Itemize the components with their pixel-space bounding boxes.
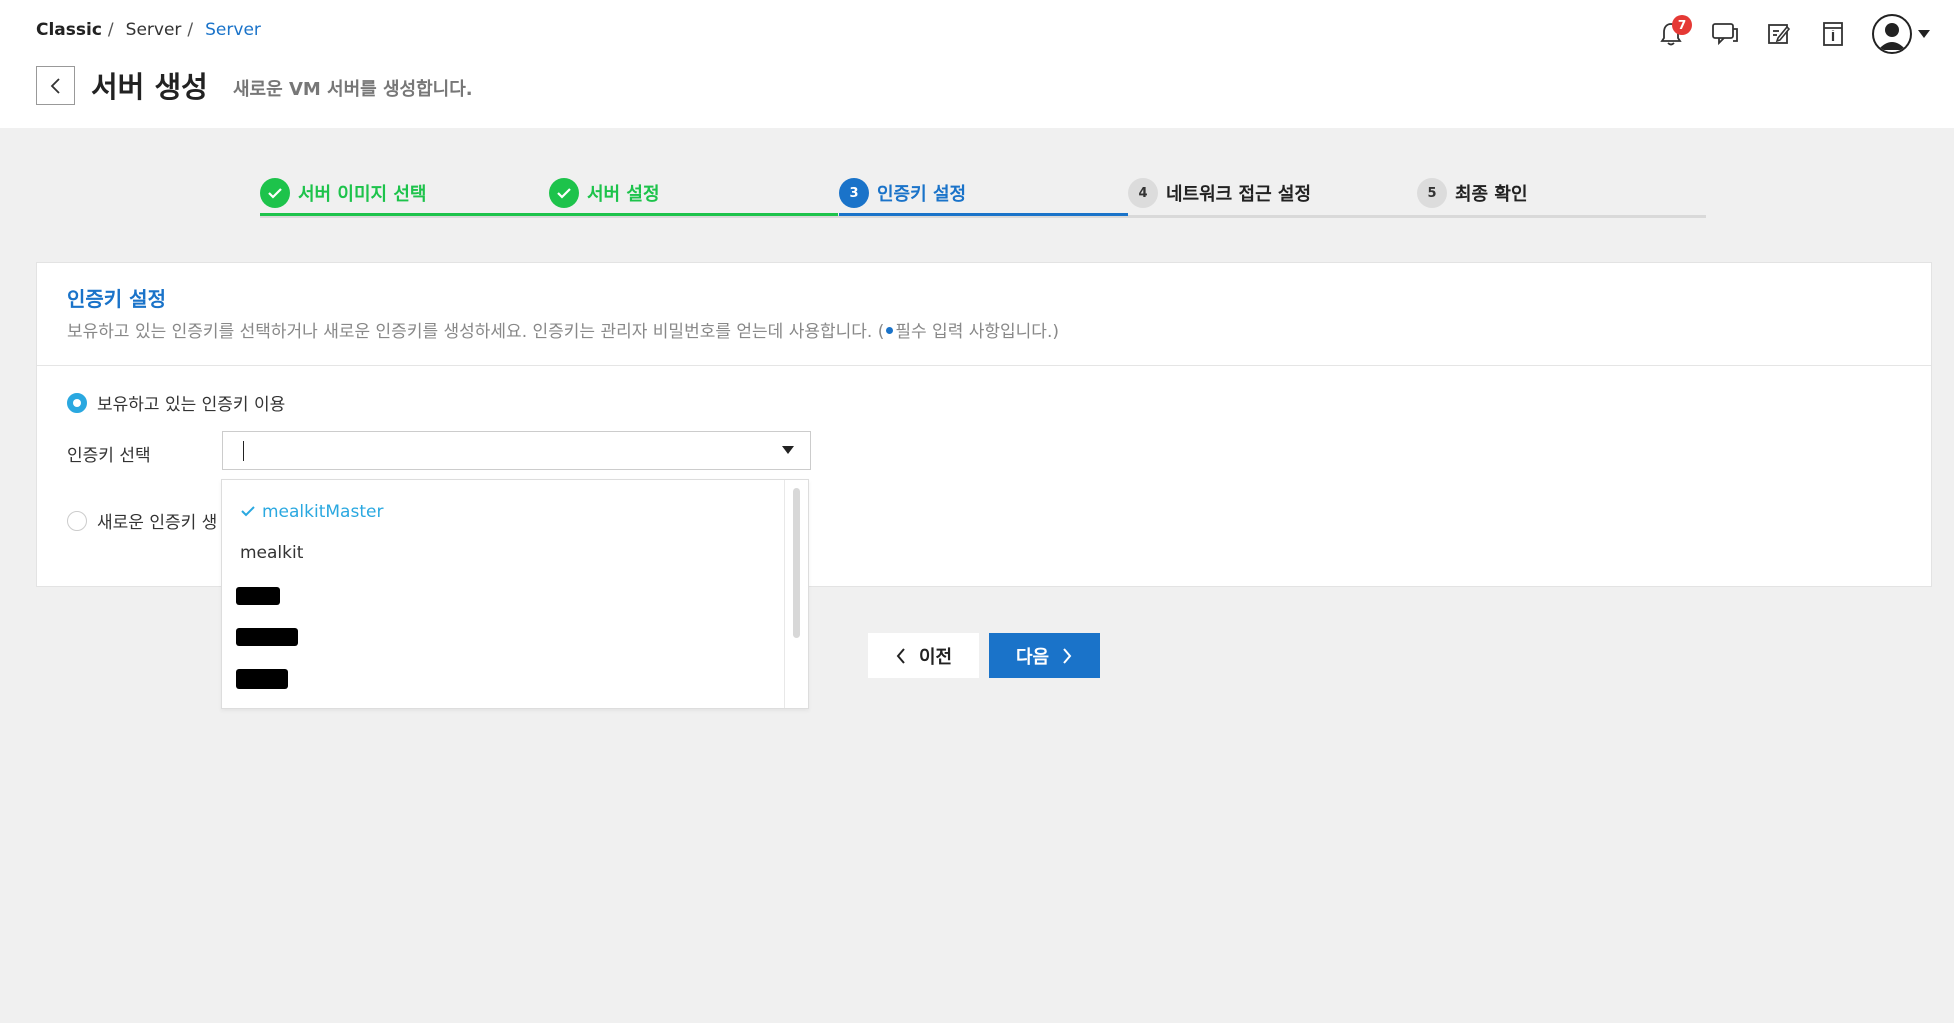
breadcrumb-current[interactable]: Server xyxy=(205,20,261,40)
panel-divider xyxy=(37,365,1931,366)
step-label: 네트워크 접근 설정 xyxy=(1166,184,1312,205)
option-label: mealkit xyxy=(240,543,304,563)
scrollbar-thumb[interactable] xyxy=(793,488,800,638)
header-icon-bar: 7 xyxy=(1656,14,1930,54)
select-label: 인증키 선택 xyxy=(67,446,151,466)
description-required-text: 필수 입력 사항입니다.) xyxy=(895,322,1059,342)
redacted-option[interactable] xyxy=(236,628,298,646)
step-number: 4 xyxy=(1128,178,1158,208)
radio-label: 보유하고 있는 인증키 이용 xyxy=(97,395,286,415)
step-progress-line xyxy=(260,213,549,216)
button-label: 이전 xyxy=(918,646,953,668)
check-circle-icon xyxy=(549,178,579,208)
redacted-option[interactable] xyxy=(236,587,280,605)
page-title: 서버 생성 xyxy=(91,70,208,104)
caret-down-icon xyxy=(1918,30,1930,38)
auth-key-select[interactable] xyxy=(222,431,811,470)
chat-button[interactable] xyxy=(1710,19,1740,49)
radio-label: 새로운 인증키 생 xyxy=(97,513,218,533)
step-label: 서버 이미지 선택 xyxy=(298,184,427,205)
step-number: 3 xyxy=(839,178,869,208)
page-header: Classic / Server / Server 서버 생성 새로운 VM 서… xyxy=(0,0,1954,128)
step-label: 최종 확인 xyxy=(1455,184,1528,205)
button-label: 다음 xyxy=(1015,646,1050,668)
dropdown-scrollbar[interactable] xyxy=(784,480,808,708)
radio-button-unchecked[interactable] xyxy=(67,510,87,531)
dropdown-option[interactable]: mealkit xyxy=(240,543,303,563)
step-network-access[interactable]: 4 네트워크 접근 설정 xyxy=(1128,170,1417,216)
redacted-option[interactable] xyxy=(236,669,288,689)
chevron-left-icon xyxy=(896,647,905,664)
breadcrumb-mid[interactable]: Server xyxy=(126,20,182,40)
edit-note-icon xyxy=(1768,24,1791,44)
panel-title: 인증키 설정 xyxy=(67,287,166,311)
breadcrumb: Classic / Server / Server xyxy=(36,20,261,40)
info-button[interactable] xyxy=(1818,19,1848,49)
info-box-icon xyxy=(1823,22,1843,46)
step-label: 서버 설정 xyxy=(587,184,660,205)
memo-button[interactable] xyxy=(1764,19,1794,49)
step-final-confirm[interactable]: 5 최종 확인 xyxy=(1417,170,1706,216)
radio-button-checked[interactable] xyxy=(67,392,87,413)
step-server-settings[interactable]: 서버 설정 xyxy=(549,170,838,216)
prev-button[interactable]: 이전 xyxy=(868,633,979,678)
description-text: 보유하고 있는 인증키를 선택하거나 새로운 인증키를 생성하세요. 인증키는 … xyxy=(67,322,885,342)
chat-icon xyxy=(1712,23,1738,46)
notification-badge: 7 xyxy=(1672,15,1692,35)
user-avatar-icon xyxy=(1878,23,1906,50)
panel-description: 보유하고 있는 인증키를 선택하거나 새로운 인증키를 생성하세요. 인증키는 … xyxy=(67,317,1059,342)
breadcrumb-separator: / xyxy=(187,20,194,40)
next-button[interactable]: 다음 xyxy=(989,633,1100,678)
text-caret xyxy=(243,441,244,461)
radio-new-key[interactable]: 새로운 인증키 생 xyxy=(67,508,217,533)
chevron-left-icon xyxy=(50,77,60,94)
chevron-right-icon xyxy=(1063,647,1072,664)
breadcrumb-separator: / xyxy=(107,20,114,40)
notifications-button[interactable]: 7 xyxy=(1656,15,1692,49)
check-circle-icon xyxy=(260,178,290,208)
step-progress-line xyxy=(839,213,1128,216)
caret-down-icon[interactable] xyxy=(782,446,794,454)
wizard-stepper: 서버 이미지 선택 서버 설정 3 인증키 설정 4 네트워크 접근 설정 5 … xyxy=(260,170,1706,218)
step-number: 5 xyxy=(1417,178,1447,208)
step-progress-line xyxy=(549,213,838,216)
user-menu[interactable] xyxy=(1872,14,1930,54)
required-dot-icon xyxy=(886,327,894,334)
page-subtitle: 새로운 VM 서버를 생성합니다. xyxy=(233,79,473,100)
dropdown-option[interactable]: mealkitMaster xyxy=(240,502,383,522)
check-icon xyxy=(240,502,256,522)
option-label: mealkitMaster xyxy=(262,502,384,522)
radio-existing-key[interactable]: 보유하고 있는 인증키 이용 xyxy=(67,390,285,415)
back-button[interactable] xyxy=(36,66,75,105)
avatar xyxy=(1872,14,1912,54)
breadcrumb-root[interactable]: Classic xyxy=(36,20,102,40)
auth-key-dropdown: mealkitMaster mealkit xyxy=(221,479,809,709)
step-server-image[interactable]: 서버 이미지 선택 xyxy=(260,170,549,216)
step-label: 인증키 설정 xyxy=(877,184,967,205)
step-auth-key[interactable]: 3 인증키 설정 xyxy=(839,170,1128,216)
